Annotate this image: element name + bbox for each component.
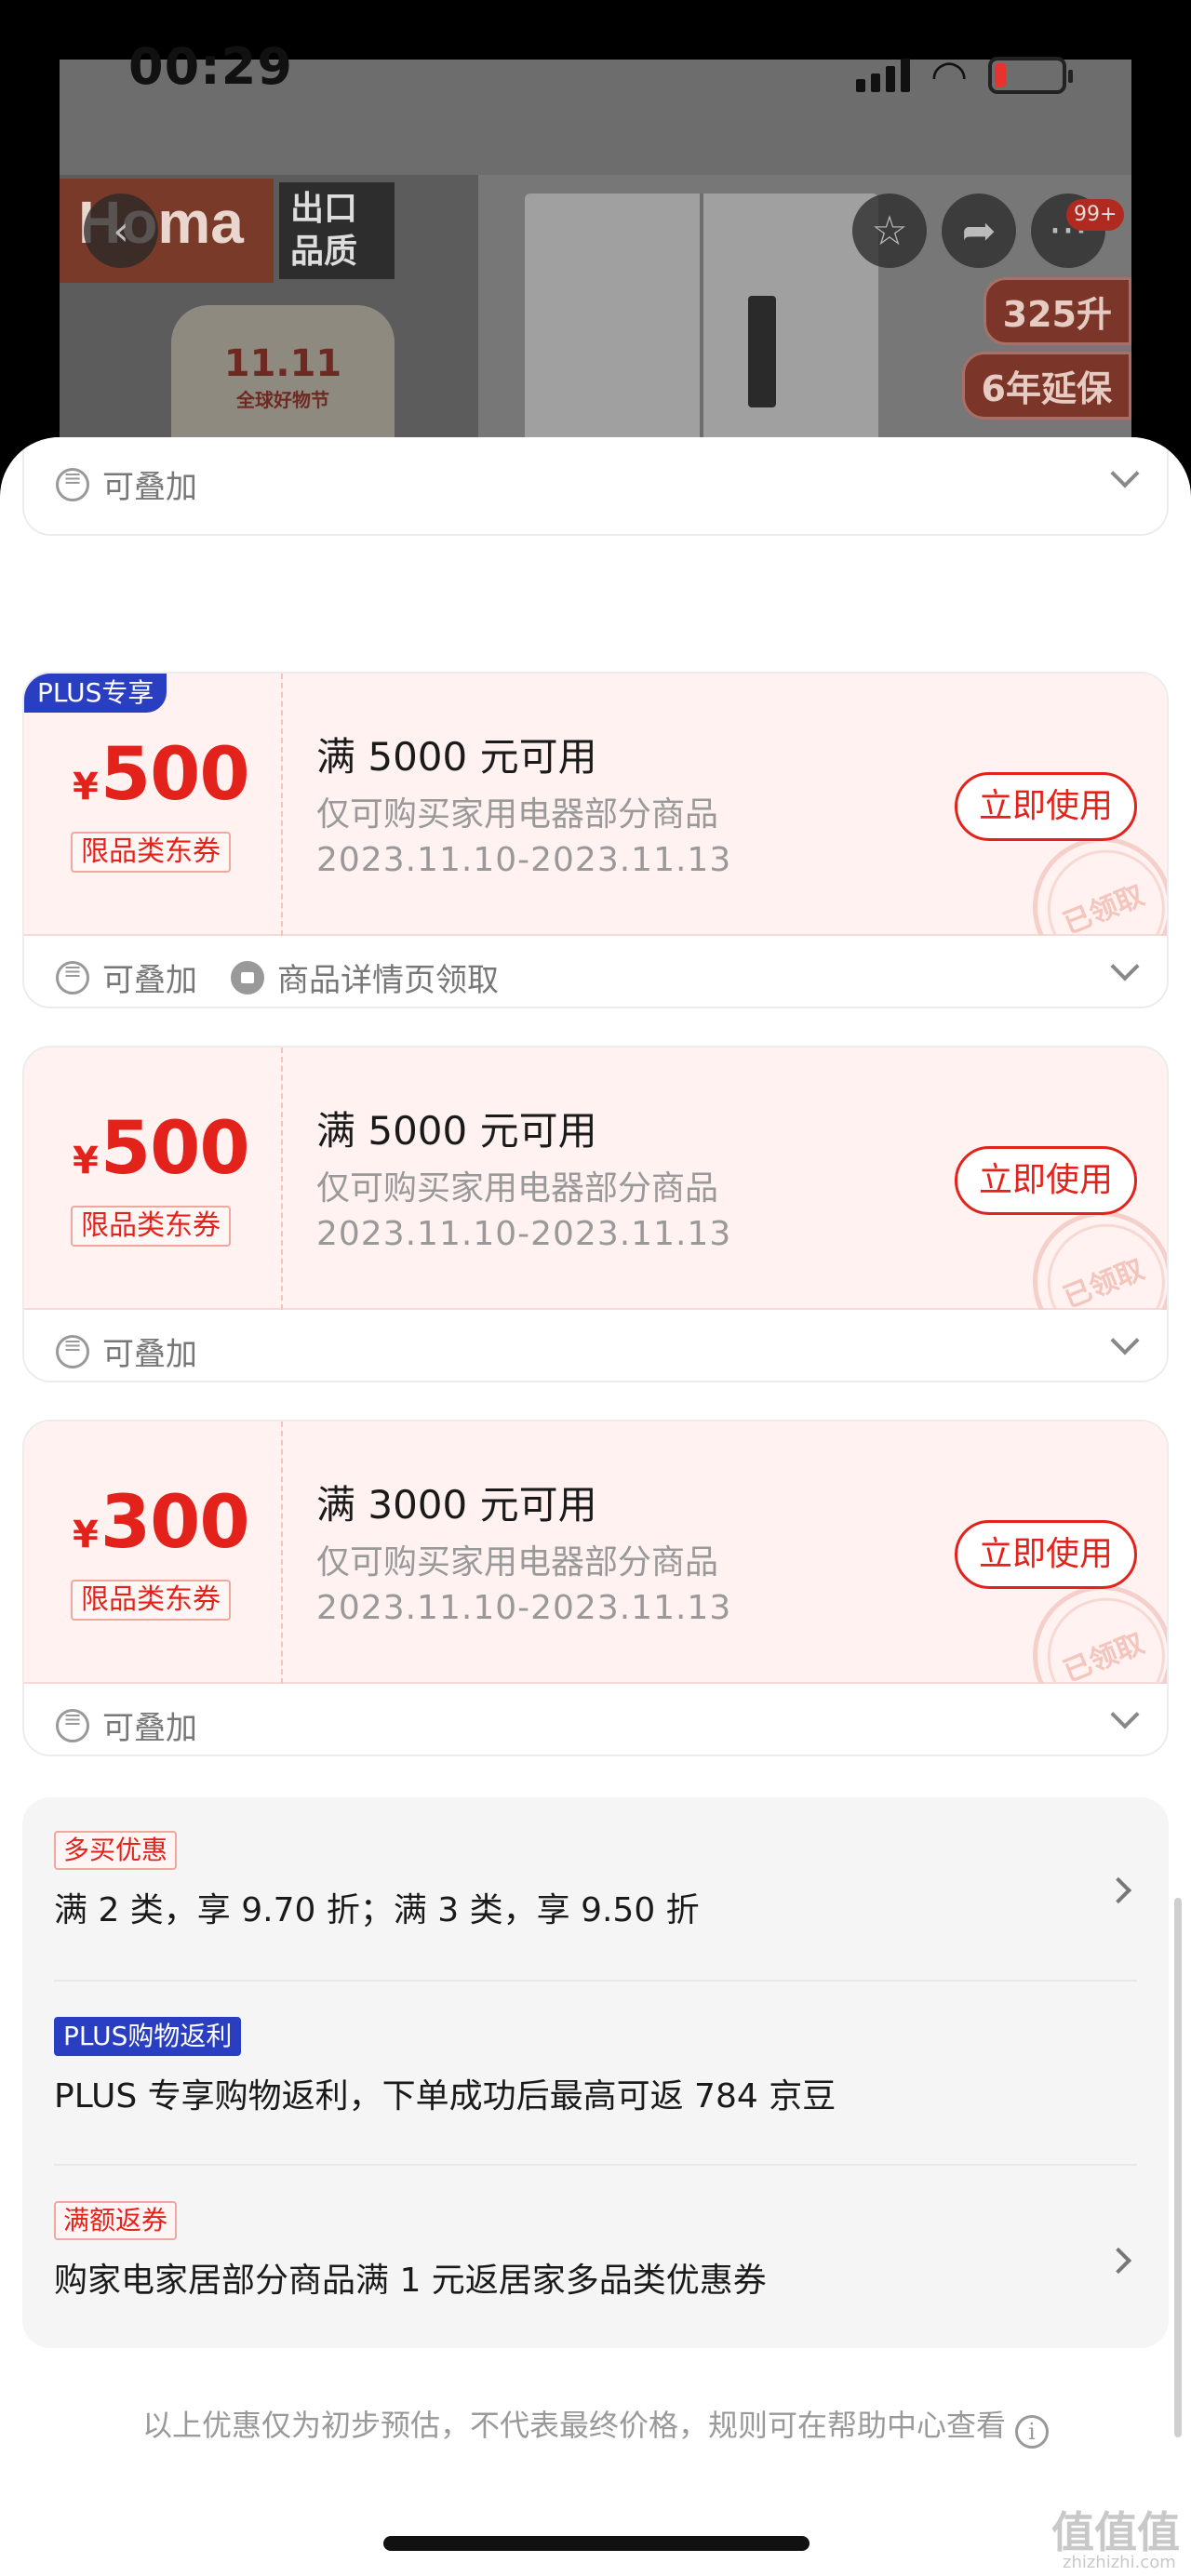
promo-tag: 多买优惠 <box>54 1831 178 1870</box>
stackable-label: 可叠加 <box>102 469 197 506</box>
use-now-button[interactable]: 立即使用 <box>955 1520 1137 1589</box>
promo-text: 购家电家居部分商品满 1 元返居家多品类优惠券 <box>54 2262 767 2300</box>
watermark-url: zhizhizhi.com <box>1063 2553 1176 2572</box>
share-button[interactable]: ➦ <box>942 194 1016 268</box>
status-icons: ◠ <box>856 50 1074 100</box>
coupon-condition: 满 5000 元可用 <box>316 1108 597 1154</box>
stackable-icon <box>56 465 89 501</box>
notification-count-badge: 99+ <box>1066 199 1125 231</box>
star-icon: ☆ <box>871 207 908 255</box>
promo-tag: PLUS购物返利 <box>54 2017 242 2056</box>
brand-slogan: 出口品质 <box>279 182 395 279</box>
watermark-logo: 值值值 <box>1051 2507 1180 2557</box>
promo-row-plus-rebate: PLUS购物返利 PLUS 专享购物返利，下单成功后最高可返 784 京豆 <box>54 2017 1137 2117</box>
promo-row-coupon-rebate[interactable]: 满额返券 购家电家居部分商品满 1 元返居家多品类优惠券 <box>54 2201 1137 2302</box>
promo-row-multi-buy[interactable]: 多买优惠 满 2 类，享 9.70 折；满 3 类，享 9.50 折 <box>54 1831 1137 1931</box>
stackable-label: 可叠加 <box>102 1710 197 1747</box>
promo-event-badge: 11.11 全球好物节 <box>171 305 395 454</box>
coupon-card: ¥ 500 限品类东券 满 5000 元可用 仅可购买家用电器部分商品 2023… <box>22 1046 1169 1382</box>
chevron-down-icon[interactable] <box>1110 952 1140 981</box>
product-detail-icon <box>231 960 264 994</box>
warranty-tag: 6年延保 <box>961 352 1131 420</box>
chevron-down-icon[interactable] <box>1110 459 1140 488</box>
battery-icon <box>988 57 1074 94</box>
chevron-down-icon[interactable] <box>1110 1700 1140 1729</box>
home-indicator[interactable] <box>383 2536 810 2551</box>
status-bar: 00:29 ◠ <box>0 0 1191 177</box>
use-now-button[interactable]: 立即使用 <box>955 1146 1137 1215</box>
stackable-icon <box>56 1332 89 1368</box>
coupon-card: PLUS专享 ¥ 500 限品类东券 满 5000 元可用 仅可购买家用电器部分… <box>22 672 1169 1008</box>
coupon-amount: ¥ 500 <box>73 733 250 817</box>
coupon-condition: 满 5000 元可用 <box>316 734 597 780</box>
cellular-signal-icon <box>856 59 910 92</box>
stackable-icon <box>56 958 89 994</box>
chevron-left-icon: ‹ <box>113 207 129 255</box>
coupon-type-label: 限品类东券 <box>71 1580 231 1621</box>
use-now-button[interactable]: 立即使用 <box>955 772 1137 841</box>
coupon-scope: 仅可购买家用电器部分商品 <box>316 1169 719 1208</box>
coupon-amount: ¥ 300 <box>73 1481 250 1565</box>
coupon-type-label: 限品类东券 <box>71 832 231 873</box>
coupon-date-range: 2023.11.10-2023.11.13 <box>316 1589 732 1627</box>
chevron-down-icon[interactable] <box>1110 1326 1140 1355</box>
coupon-type-label: 限品类东券 <box>71 1206 231 1247</box>
promo-text: PLUS 专享购物返利，下单成功后最高可返 784 京豆 <box>54 2077 836 2116</box>
coupon-card-partial: 可叠加 <box>22 437 1169 536</box>
coupon-scope: 仅可购买家用电器部分商品 <box>316 795 719 834</box>
fridge-product-image <box>525 194 878 454</box>
stackable-label: 可叠加 <box>102 1336 197 1373</box>
coupon-condition: 满 3000 元可用 <box>316 1482 597 1528</box>
disclaimer-text: 以上优惠仅为初步预估，不代表最终价格，规则可在帮助中心查看 i <box>0 2402 1191 2449</box>
favorite-button[interactable]: ☆ <box>852 194 927 268</box>
coupon-card: ¥ 300 限品类东券 满 3000 元可用 仅可购买家用电器部分商品 2023… <box>22 1420 1169 1756</box>
wifi-icon: ◠ <box>930 50 969 100</box>
share-icon: ➦ <box>961 207 997 255</box>
scrollbar[interactable] <box>1174 1898 1182 2437</box>
coupon-scope: 仅可购买家用电器部分商品 <box>316 1543 719 1582</box>
stackable-label: 可叠加 <box>102 962 197 999</box>
promotions-panel: 多买优惠 满 2 类，享 9.70 折；满 3 类，享 9.50 折 PLUS购… <box>22 1797 1169 2348</box>
capacity-tag: 325升 <box>983 277 1131 345</box>
stackable-icon <box>56 1706 89 1742</box>
status-time: 00:29 <box>128 37 293 96</box>
info-icon[interactable]: i <box>1015 2415 1049 2449</box>
promo-text: 满 2 类，享 9.70 折；满 3 类，享 9.50 折 <box>54 1891 700 1929</box>
discount-sheet: 优惠 可叠加 PLUS专享 ¥ 500 限品类东券 满 5000 元可用 仅可购… <box>0 437 1191 2576</box>
claim-source-label: 商品详情页领取 <box>277 962 499 999</box>
coupon-date-range: 2023.11.10-2023.11.13 <box>316 841 732 879</box>
back-button[interactable]: ‹ <box>84 194 158 268</box>
coupon-amount: ¥ 500 <box>73 1107 250 1191</box>
coupon-date-range: 2023.11.10-2023.11.13 <box>316 1215 732 1253</box>
promo-tag: 满额返券 <box>54 2201 178 2240</box>
